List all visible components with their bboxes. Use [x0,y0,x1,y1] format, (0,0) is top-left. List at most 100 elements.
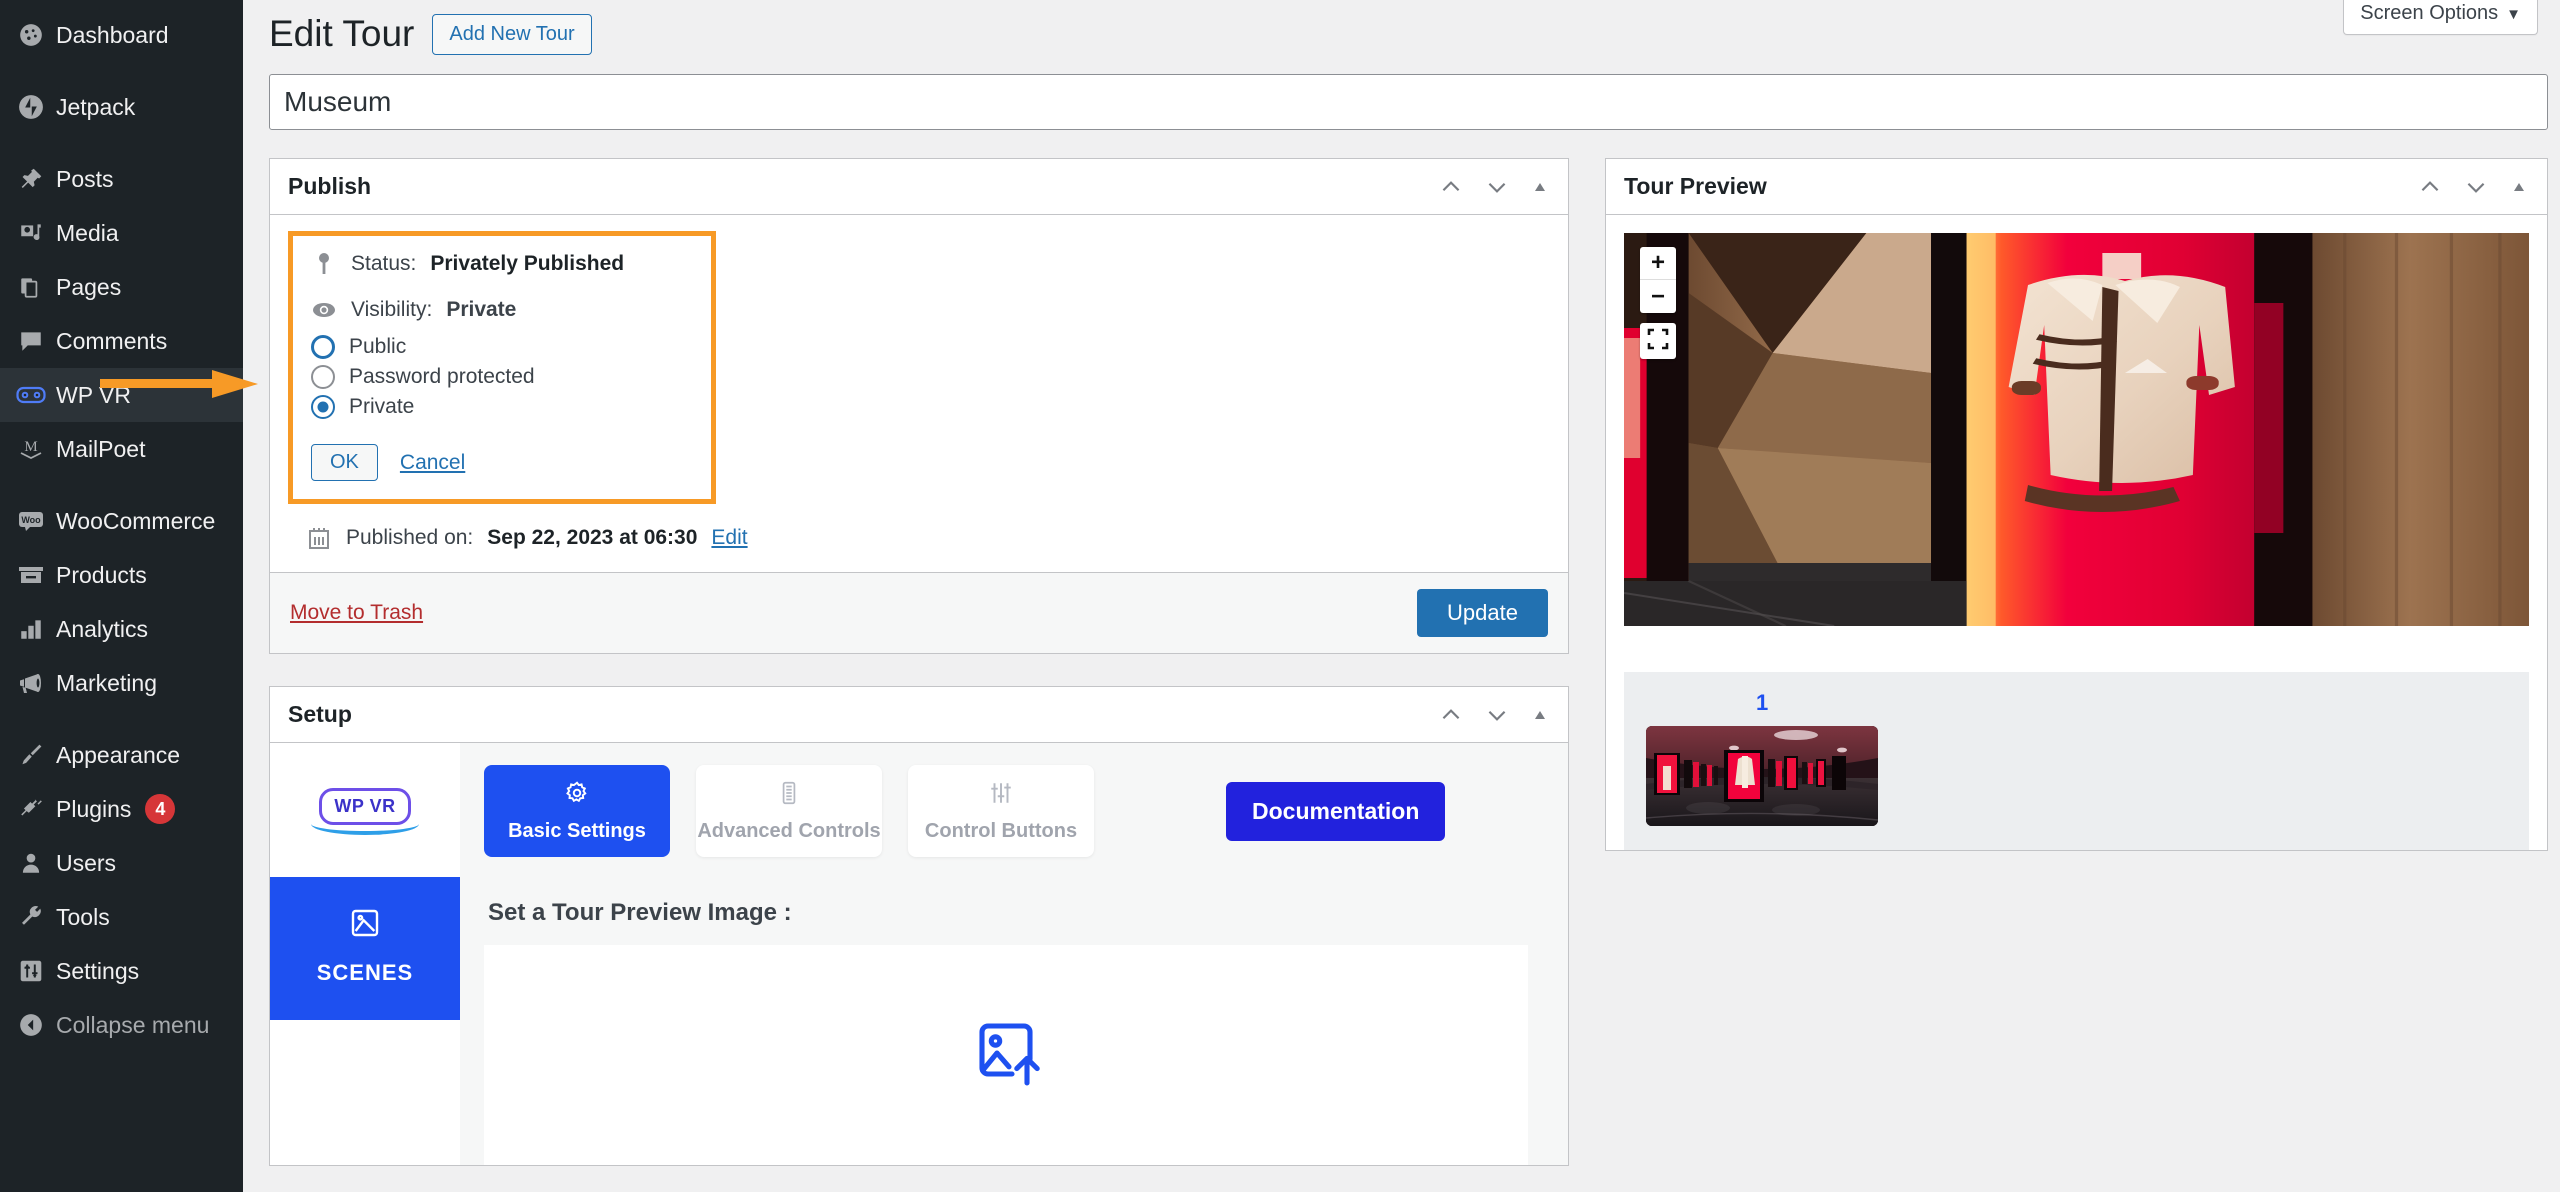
zoom-in-button[interactable]: + [1640,247,1676,280]
sidebar-item-appearance[interactable]: Appearance [0,728,243,782]
panorama-viewer[interactable]: + − [1624,233,2529,626]
sidebar-item-label: Collapse menu [56,1012,209,1039]
wrench-icon [6,904,56,930]
zoom-out-button[interactable]: − [1640,280,1676,313]
setup-metabox: Setup WP VR [269,686,1569,1166]
image-frame-icon [349,907,381,944]
setup-metabox-title: Setup [288,701,352,728]
plug-icon [6,796,56,822]
viewer-controls: + − [1640,247,1676,359]
publish-metabox-title: Publish [288,173,371,200]
radio-public[interactable] [311,335,335,359]
chevron-down-icon[interactable] [2463,174,2489,200]
visibility-option-public[interactable]: Public [311,332,693,362]
visibility-ok-button[interactable]: OK [311,444,378,481]
status-label: Status: [351,252,416,276]
main-content: Screen Options ▼ Edit Tour Add New Tour P… [243,0,2560,1192]
scene-thumbnail[interactable] [1646,726,1878,826]
tour-preview-title: Tour Preview [1624,173,1767,200]
sidebar-item-plugins[interactable]: Plugins 4 [0,782,243,836]
add-new-tour-button[interactable]: Add New Tour [432,14,591,55]
admin-sidebar: Dashboard Jetpack Posts Media [0,0,243,1192]
wpvr-logo-text: WP VR [319,788,410,825]
chevron-up-icon[interactable] [2417,174,2443,200]
sidebar-item-label: WooCommerce [56,508,215,535]
sidebar-item-woocommerce[interactable]: Woo WooCommerce [0,494,243,548]
triangle-up-icon[interactable] [2509,177,2529,197]
sidebar-item-media[interactable]: Media [0,206,243,260]
status-row: Status: Privately Published [311,252,693,276]
scenes-tab[interactable]: SCENES [270,877,460,1020]
documentation-button[interactable]: Documentation [1226,782,1445,841]
sidebar-item-label: Marketing [56,670,157,697]
scene-thumbnail-image [1646,726,1878,826]
chevron-down-icon[interactable] [1484,702,1510,728]
sidebar-item-collapse-menu[interactable]: Collapse menu [0,998,243,1052]
radio-private[interactable] [311,395,335,419]
chevron-up-icon[interactable] [1438,702,1464,728]
paintbrush-icon [6,742,56,768]
plugins-update-badge: 4 [145,794,175,824]
sidebar-item-posts[interactable]: Posts [0,152,243,206]
products-box-icon [6,562,56,588]
panorama-scene-image [1624,233,2529,626]
tab-advanced-controls[interactable]: Advanced Controls [696,765,882,857]
tab-control-buttons[interactable]: Control Buttons [908,765,1094,857]
scenes-tab-label: SCENES [317,960,413,986]
sidebar-item-label: Media [56,220,119,247]
sidebar-item-settings[interactable]: Settings [0,944,243,998]
sidebar-item-products[interactable]: Products [0,548,243,602]
metabox-actions [2417,174,2529,200]
tour-preview-image-dropzone[interactable] [484,945,1528,1165]
sidebar-item-mailpoet[interactable]: M MailPoet [0,422,243,476]
mailpoet-icon: M [6,436,56,462]
sidebar-separator [0,710,243,728]
published-value: Sep 22, 2023 at 06:30 [487,526,697,550]
tour-preview-body: + − [1606,215,2547,644]
triangle-up-icon[interactable] [1530,705,1550,725]
sidebar-item-tools[interactable]: Tools [0,890,243,944]
sidebar-item-label: Settings [56,958,139,985]
radio-password-protected[interactable] [311,365,335,389]
visibility-cancel-link[interactable]: Cancel [400,451,465,475]
tour-title-input[interactable] [269,74,2548,130]
metabox-actions [1438,174,1550,200]
triangle-up-icon[interactable] [1530,177,1550,197]
publish-metabox-header: Publish [270,159,1568,215]
sidebar-item-pages[interactable]: Pages [0,260,243,314]
setup-tabs: Basic Settings Advanced Controls Control… [484,765,1544,857]
sidebar-item-dashboard[interactable]: Dashboard [0,8,243,62]
tab-label: Advanced Controls [697,820,880,843]
sidebar-separator [0,476,243,494]
sliders-icon [6,958,56,984]
sidebar-item-jetpack[interactable]: Jetpack [0,80,243,134]
visibility-option-password-protected[interactable]: Password protected [311,362,693,392]
tab-basic-settings[interactable]: Basic Settings [484,765,670,857]
media-icon [6,220,56,246]
pin-icon [6,166,56,192]
sidebar-item-marketing[interactable]: Marketing [0,656,243,710]
visibility-option-label: Public [349,335,406,359]
update-button[interactable]: Update [1417,589,1548,637]
sidebar-item-label: Plugins [56,796,131,823]
sidebar-item-analytics[interactable]: Analytics [0,602,243,656]
tour-preview-header: Tour Preview [1606,159,2547,215]
sidebar-item-label: WP VR [56,382,131,409]
published-edit-link[interactable]: Edit [711,526,747,550]
vr-goggles-icon [6,382,56,408]
page-header: Edit Tour Add New Tour [243,0,2560,56]
sidebar-item-users[interactable]: Users [0,836,243,890]
move-to-trash-link[interactable]: Move to Trash [290,601,423,625]
visibility-option-private[interactable]: Private [311,392,693,422]
publish-metabox: Publish S [269,158,1569,654]
screen-options-button[interactable]: Screen Options ▼ [2343,0,2538,35]
screen-options-label: Screen Options [2360,2,2498,24]
chevron-down-icon[interactable] [1484,174,1510,200]
chevron-down-icon: ▼ [2506,6,2521,23]
chevron-up-icon[interactable] [1438,174,1464,200]
scene-list: 1 [1624,672,2529,850]
comment-icon [6,328,56,354]
sidebar-item-comments[interactable]: Comments [0,314,243,368]
fullscreen-button[interactable] [1640,323,1676,359]
sidebar-item-wp-vr[interactable]: WP VR [0,368,243,422]
